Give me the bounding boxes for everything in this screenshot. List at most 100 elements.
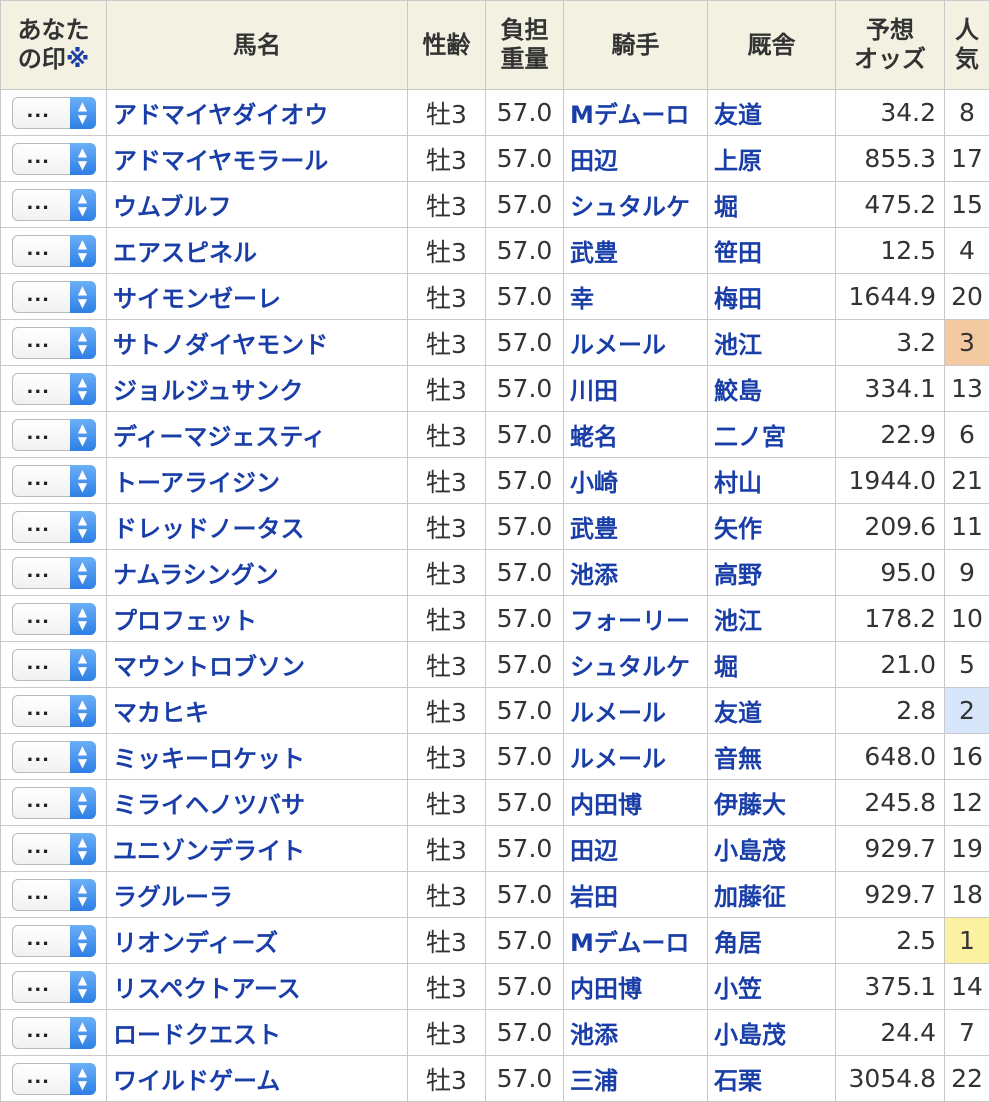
stable-link[interactable]: 角居 xyxy=(707,917,836,964)
stable-link[interactable]: 上原 xyxy=(707,135,836,182)
stable-link[interactable]: 伊藤大 xyxy=(707,779,836,826)
mark-select[interactable]: ... ▲ ▼ xyxy=(11,326,96,359)
jockey-link[interactable]: 幸 xyxy=(563,273,708,320)
mark-select[interactable]: ... ▲ ▼ xyxy=(11,740,96,773)
horse-name-link[interactable]: プロフェット xyxy=(106,595,408,642)
mark-select[interactable]: ... ▲ ▼ xyxy=(11,970,96,1003)
select-arrows-icon[interactable]: ▲ ▼ xyxy=(69,602,96,635)
mark-select[interactable]: ... ▲ ▼ xyxy=(11,510,96,543)
horse-name-link[interactable]: マカヒキ xyxy=(106,687,408,734)
select-arrows-icon[interactable]: ▲ ▼ xyxy=(69,1062,96,1095)
select-arrows-icon[interactable]: ▲ ▼ xyxy=(69,556,96,589)
jockey-link[interactable]: 川田 xyxy=(563,365,708,412)
horse-name-link[interactable]: マウントロブソン xyxy=(106,641,408,688)
jockey-link[interactable]: 小崎 xyxy=(563,457,708,504)
stable-link[interactable]: 鮫島 xyxy=(707,365,836,412)
mark-select[interactable]: ... ▲ ▼ xyxy=(11,234,96,267)
jockey-link[interactable]: ルメール xyxy=(563,687,708,734)
select-arrows-icon[interactable]: ▲ ▼ xyxy=(69,694,96,727)
jockey-link[interactable]: 内田博 xyxy=(563,963,708,1010)
mark-select[interactable]: ... ▲ ▼ xyxy=(11,142,96,175)
mark-select[interactable]: ... ▲ ▼ xyxy=(11,372,96,405)
stable-link[interactable]: 堀 xyxy=(707,641,836,688)
jockey-link[interactable]: ルメール xyxy=(563,319,708,366)
select-arrows-icon[interactable]: ▲ ▼ xyxy=(69,142,96,175)
jockey-link[interactable]: 田辺 xyxy=(563,825,708,872)
stable-link[interactable]: 小笠 xyxy=(707,963,836,1010)
mark-select[interactable]: ... ▲ ▼ xyxy=(11,96,96,129)
horse-name-link[interactable]: ミライヘノツバサ xyxy=(106,779,408,826)
select-arrows-icon[interactable]: ▲ ▼ xyxy=(69,648,96,681)
horse-name-link[interactable]: エアスピネル xyxy=(106,227,408,274)
horse-name-link[interactable]: ドレッドノータス xyxy=(106,503,408,550)
stable-link[interactable]: 村山 xyxy=(707,457,836,504)
mark-select[interactable]: ... ▲ ▼ xyxy=(11,556,96,589)
stable-link[interactable]: 石栗 xyxy=(707,1055,836,1102)
mark-select[interactable]: ... ▲ ▼ xyxy=(11,602,96,635)
mark-select[interactable]: ... ▲ ▼ xyxy=(11,648,96,681)
jockey-link[interactable]: フォーリー xyxy=(563,595,708,642)
horse-name-link[interactable]: ラグルーラ xyxy=(106,871,408,918)
stable-link[interactable]: 梅田 xyxy=(707,273,836,320)
horse-name-link[interactable]: トーアライジン xyxy=(106,457,408,504)
jockey-link[interactable]: Mデムーロ xyxy=(563,89,708,136)
select-arrows-icon[interactable]: ▲ ▼ xyxy=(69,878,96,911)
select-arrows-icon[interactable]: ▲ ▼ xyxy=(69,372,96,405)
select-arrows-icon[interactable]: ▲ ▼ xyxy=(69,418,96,451)
horse-name-link[interactable]: アドマイヤモラール xyxy=(106,135,408,182)
jockey-link[interactable]: 池添 xyxy=(563,549,708,596)
stable-link[interactable]: 友道 xyxy=(707,687,836,734)
jockey-link[interactable]: 池添 xyxy=(563,1009,708,1056)
horse-name-link[interactable]: アドマイヤダイオウ xyxy=(106,89,408,136)
stable-link[interactable]: 高野 xyxy=(707,549,836,596)
select-arrows-icon[interactable]: ▲ ▼ xyxy=(69,970,96,1003)
stable-link[interactable]: 笹田 xyxy=(707,227,836,274)
jockey-link[interactable]: シュタルケ xyxy=(563,641,708,688)
horse-name-link[interactable]: ユニゾンデライト xyxy=(106,825,408,872)
horse-name-link[interactable]: サトノダイヤモンド xyxy=(106,319,408,366)
jockey-link[interactable]: シュタルケ xyxy=(563,181,708,228)
jockey-link[interactable]: 岩田 xyxy=(563,871,708,918)
select-arrows-icon[interactable]: ▲ ▼ xyxy=(69,786,96,819)
mark-select[interactable]: ... ▲ ▼ xyxy=(11,786,96,819)
stable-link[interactable]: 池江 xyxy=(707,595,836,642)
stable-link[interactable]: 小島茂 xyxy=(707,1009,836,1056)
select-arrows-icon[interactable]: ▲ ▼ xyxy=(69,234,96,267)
horse-name-link[interactable]: ジョルジュサンク xyxy=(106,365,408,412)
mark-select[interactable]: ... ▲ ▼ xyxy=(11,924,96,957)
mark-select[interactable]: ... ▲ ▼ xyxy=(11,832,96,865)
select-arrows-icon[interactable]: ▲ ▼ xyxy=(69,96,96,129)
jockey-link[interactable]: 三浦 xyxy=(563,1055,708,1102)
horse-name-link[interactable]: ディーマジェスティ xyxy=(106,411,408,458)
jockey-link[interactable]: 田辺 xyxy=(563,135,708,182)
horse-name-link[interactable]: サイモンゼーレ xyxy=(106,273,408,320)
mark-select[interactable]: ... ▲ ▼ xyxy=(11,418,96,451)
mark-select[interactable]: ... ▲ ▼ xyxy=(11,1016,96,1049)
jockey-link[interactable]: 武豊 xyxy=(563,503,708,550)
jockey-link[interactable]: 武豊 xyxy=(563,227,708,274)
stable-link[interactable]: 加藤征 xyxy=(707,871,836,918)
select-arrows-icon[interactable]: ▲ ▼ xyxy=(69,464,96,497)
stable-link[interactable]: 堀 xyxy=(707,181,836,228)
jockey-link[interactable]: 内田博 xyxy=(563,779,708,826)
horse-name-link[interactable]: ミッキーロケット xyxy=(106,733,408,780)
jockey-link[interactable]: ルメール xyxy=(563,733,708,780)
select-arrows-icon[interactable]: ▲ ▼ xyxy=(69,832,96,865)
jockey-link[interactable]: Mデムーロ xyxy=(563,917,708,964)
stable-link[interactable]: 友道 xyxy=(707,89,836,136)
stable-link[interactable]: 音無 xyxy=(707,733,836,780)
select-arrows-icon[interactable]: ▲ ▼ xyxy=(69,740,96,773)
horse-name-link[interactable]: ワイルドゲーム xyxy=(106,1055,408,1102)
select-arrows-icon[interactable]: ▲ ▼ xyxy=(69,326,96,359)
horse-name-link[interactable]: リオンディーズ xyxy=(106,917,408,964)
select-arrows-icon[interactable]: ▲ ▼ xyxy=(69,280,96,313)
note-mark-link[interactable]: ※ xyxy=(66,45,89,73)
select-arrows-icon[interactable]: ▲ ▼ xyxy=(69,188,96,221)
select-arrows-icon[interactable]: ▲ ▼ xyxy=(69,510,96,543)
mark-select[interactable]: ... ▲ ▼ xyxy=(11,188,96,221)
jockey-link[interactable]: 蛯名 xyxy=(563,411,708,458)
mark-select[interactable]: ... ▲ ▼ xyxy=(11,878,96,911)
stable-link[interactable]: 二ノ宮 xyxy=(707,411,836,458)
mark-select[interactable]: ... ▲ ▼ xyxy=(11,280,96,313)
horse-name-link[interactable]: ウムブルフ xyxy=(106,181,408,228)
